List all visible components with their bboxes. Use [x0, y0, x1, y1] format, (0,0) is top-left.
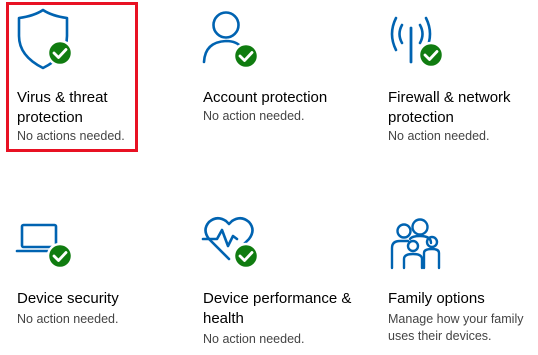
- green-check-icon: [46, 242, 74, 270]
- green-check-icon: [46, 39, 74, 67]
- tile-title: Device security: [17, 290, 119, 307]
- tile-title: Virus & threat protection: [17, 89, 108, 126]
- person-icon: [202, 10, 269, 70]
- tile-status: No action needed.: [17, 312, 119, 326]
- tile-status: No action needed.: [203, 332, 305, 346]
- shield-icon: [17, 8, 83, 70]
- tile-firewall-network-protection[interactable]: Firewall & network protection No action …: [388, 10, 538, 150]
- antenna-icon: [388, 10, 454, 70]
- tile-title: Device performance & health: [203, 290, 352, 327]
- green-check-icon: [232, 242, 260, 270]
- green-check-icon: [417, 41, 445, 69]
- heart-pulse-icon: [201, 215, 269, 275]
- laptop-icon: [15, 215, 83, 275]
- tile-title: Account protection: [203, 89, 328, 106]
- tile-title: Firewall & network protection: [388, 89, 511, 126]
- tile-device-security[interactable]: Device security No action needed.: [15, 215, 185, 345]
- tile-status: No actions needed.: [17, 129, 125, 143]
- tile-title: Family options: [388, 290, 485, 307]
- tile-device-performance-health[interactable]: Device performance & health No action ne…: [201, 215, 371, 346]
- tile-status: No action needed.: [388, 129, 490, 143]
- tile-account-protection[interactable]: Account protection No action needed.: [202, 10, 371, 150]
- tile-status: No action needed.: [203, 109, 305, 123]
- tile-virus-threat-protection[interactable]: Virus & threat protection No actions nee…: [17, 8, 185, 150]
- green-check-icon: [232, 42, 260, 70]
- family-icon: [388, 215, 454, 275]
- tile-status: Manage how your family uses their device…: [388, 312, 524, 343]
- tile-family-options[interactable]: Family options Manage how your family us…: [388, 215, 538, 345]
